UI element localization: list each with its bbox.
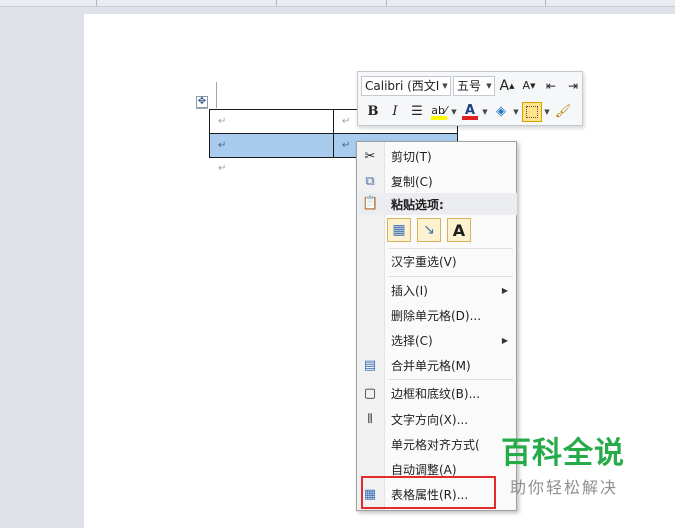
menu-item-reconvert[interactable]: 汉字重选(V) <box>357 250 516 272</box>
merge-cells-icon: ▤ <box>363 357 377 373</box>
menu-item-select[interactable]: 选择(C) ▶ <box>357 329 516 351</box>
cell-end-mark: ↵ <box>342 116 351 127</box>
paragraph-mark: ↵ <box>218 163 227 174</box>
bold-icon[interactable]: B <box>363 102 383 122</box>
scissors-icon: ✂ <box>364 148 376 164</box>
page-border-icon: ▢ <box>363 385 377 401</box>
paste-keep-text-only-icon[interactable]: A <box>447 218 471 242</box>
watermark-subtitle: 助你轻松解决 <box>510 478 619 497</box>
submenu-arrow-icon: ▶ <box>501 285 508 295</box>
menu-item-delete-cells[interactable]: 删除单元格(D)... <box>357 304 516 326</box>
menu-separator <box>389 276 513 277</box>
chevron-down-icon[interactable]: ▼ <box>481 108 489 116</box>
cell-end-mark: ↵ <box>342 140 351 151</box>
highlight-icon[interactable]: ab⁄ <box>429 102 449 122</box>
font-color-icon[interactable]: A <box>460 102 480 122</box>
text-direction-icon: ⫼ <box>367 412 373 425</box>
context-menu: ✂ 剪切(T) ⧉ 复制(C) 📋 粘贴选项: ▦ ↘ A 汉字重选(V) 插入… <box>356 141 517 511</box>
watermark-title: 百科全说 <box>501 436 625 471</box>
menu-item-text-direction[interactable]: ⫼ 文字方向(X)... <box>357 408 516 430</box>
shading-icon[interactable]: ◈ <box>491 102 511 122</box>
horizontal-ruler[interactable] <box>0 0 675 7</box>
chevron-down-icon[interactable]: ▼ <box>450 108 458 116</box>
menu-item-insert[interactable]: 插入(I) ▶ <box>357 279 516 301</box>
margin-corner-mark <box>196 108 208 109</box>
chevron-down-icon: ▼ <box>442 81 448 90</box>
margin-corner-mark <box>216 82 217 108</box>
menu-item-merge-cells[interactable]: ▤ 合并单元格(M) <box>357 354 516 376</box>
paste-keep-formatting-icon[interactable]: ▦ <box>387 218 411 242</box>
menu-item-copy[interactable]: ⧉ 复制(C) <box>357 170 516 192</box>
shrink-font-icon[interactable]: A ▼ <box>519 76 539 96</box>
font-size-value: 五号 <box>457 79 482 93</box>
paste-options-group: ▦ ↘ A <box>387 218 477 242</box>
italic-icon[interactable]: I <box>385 102 405 122</box>
font-size-combo[interactable]: 五号 ▼ <box>453 75 495 96</box>
ruler-tick <box>386 0 387 6</box>
font-name-combo[interactable]: Calibri (西文Ⅰ ▼ <box>361 75 451 96</box>
chevron-down-icon[interactable]: ▼ <box>543 108 551 116</box>
ruler-tick <box>96 0 97 6</box>
menu-item-cell-alignment[interactable]: 单元格对齐方式( <box>357 433 516 455</box>
paste-options-header: 📋 粘贴选项: <box>358 193 517 215</box>
menu-separator <box>389 379 513 380</box>
increase-indent-icon[interactable]: ⇥ <box>563 76 583 96</box>
cell-end-mark: ↵ <box>218 140 227 151</box>
cell-end-mark: ↵ <box>218 116 227 127</box>
grow-font-icon[interactable]: A ▲ <box>497 76 517 96</box>
table-cell[interactable]: ↵ <box>209 133 334 158</box>
chevron-down-icon[interactable]: ▼ <box>512 108 520 116</box>
ruler-tick <box>276 0 277 6</box>
table-cell[interactable]: ↵ <box>209 109 334 134</box>
table-move-handle-icon[interactable]: ✥ <box>196 96 208 108</box>
ruler-tick <box>545 0 546 6</box>
chevron-down-icon: ▼ <box>486 81 492 90</box>
menu-item-borders-shading[interactable]: ▢ 边框和底纹(B)... <box>357 382 516 404</box>
copy-icon: ⧉ <box>365 173 375 189</box>
highlight-annotation-box <box>361 476 496 509</box>
paste-merge-formatting-icon[interactable]: ↘ <box>417 218 441 242</box>
borders-icon[interactable] <box>522 101 542 122</box>
menu-item-cut[interactable]: ✂ 剪切(T) <box>357 145 516 167</box>
mini-toolbar: Calibri (西文Ⅰ ▼ 五号 ▼ A ▲ A ▼ ⇤ ⇥ B I ☰ ab⁄ … <box>357 71 583 126</box>
submenu-arrow-icon: ▶ <box>501 335 508 345</box>
mini-toolbar-row: B I ☰ ab⁄ ▼ A ▼ ◈ ▼ ▼ 🖌 <box>361 100 573 123</box>
mini-toolbar-row: Calibri (西文Ⅰ ▼ 五号 ▼ A ▲ A ▼ ⇤ ⇥ <box>361 74 583 97</box>
menu-separator <box>389 248 513 249</box>
decrease-indent-icon[interactable]: ⇤ <box>541 76 561 96</box>
font-name-value: Calibri (西文Ⅰ <box>365 79 440 93</box>
watermark-logo: 百科全说 助你轻松解决 <box>501 437 625 498</box>
clipboard-icon: 📋 <box>362 196 379 211</box>
center-align-icon[interactable]: ☰ <box>407 102 427 122</box>
format-painter-icon[interactable]: 🖌 <box>553 102 573 122</box>
